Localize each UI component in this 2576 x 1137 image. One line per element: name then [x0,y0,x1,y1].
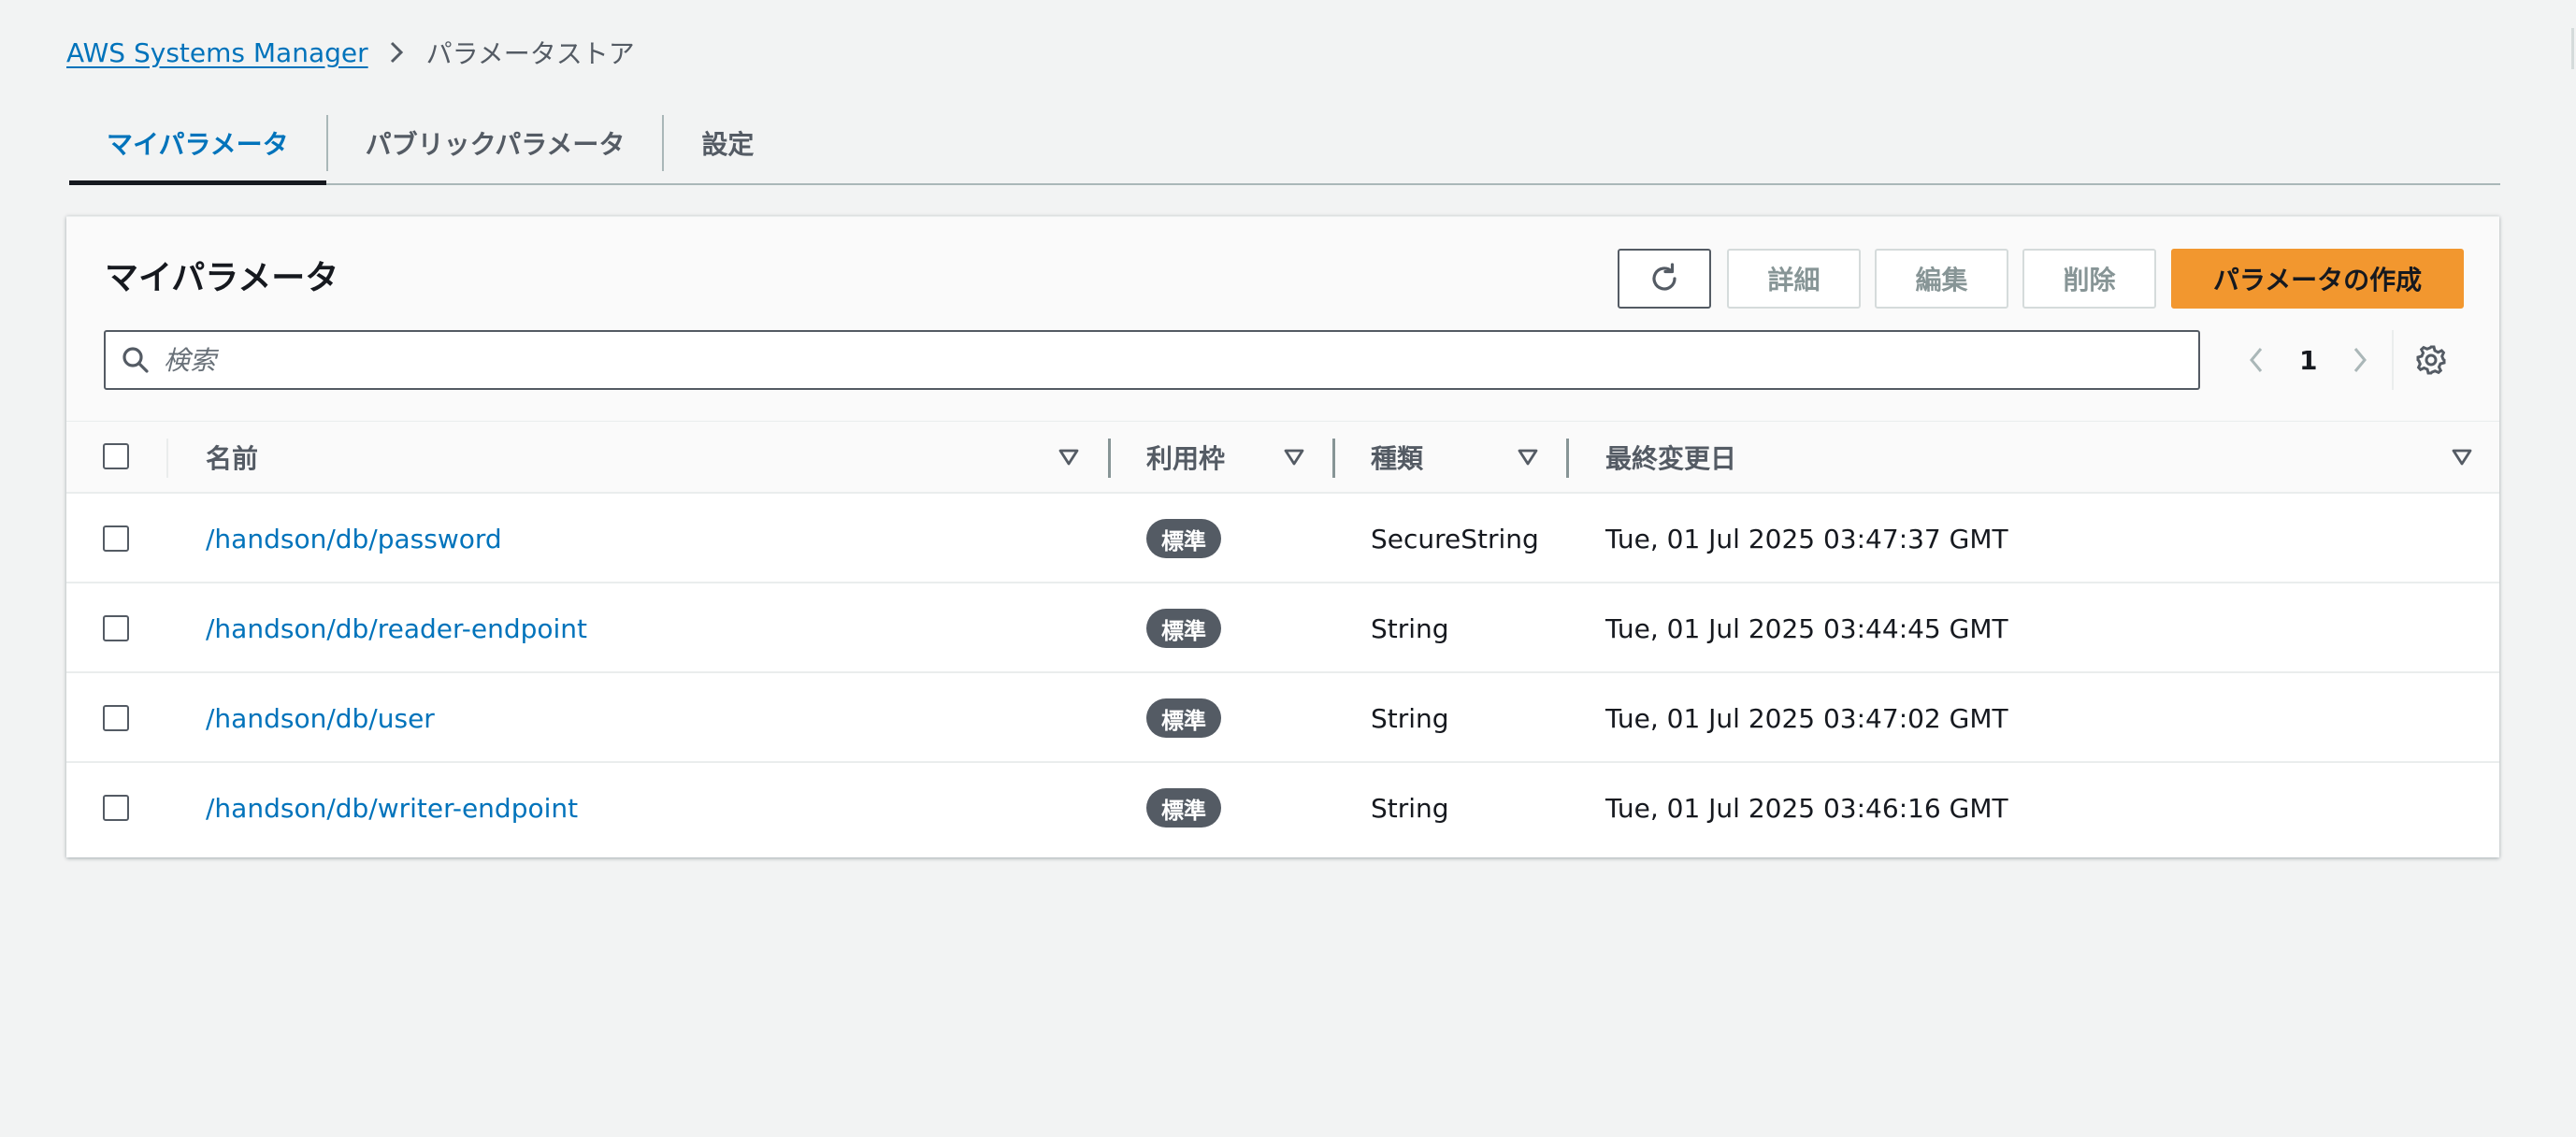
table-row: /handson/db/reader-endpoint 標準 String Tu… [66,583,2499,673]
table-header: 名前 利用枠 種類 最終変更日 [66,421,2499,494]
parameter-type: SecureString [1371,523,1539,554]
search-input[interactable] [164,344,2174,376]
tab-settings[interactable]: 設定 [664,103,791,183]
column-header-tier[interactable]: 利用枠 [1146,422,1225,493]
table-body: /handson/db/password 標準 SecureString Tue… [66,494,2499,858]
parameters-panel: マイパラメータ 詳細 編集 削除 パラメータの作成 検索 1 名前 利用枠 種類… [66,216,2499,857]
column-resizer[interactable] [1566,439,1569,478]
table-row: /handson/db/user 標準 String Tue, 01 Jul 2… [66,673,2499,763]
window-edge-divider [2571,28,2574,69]
parameter-type: String [1371,612,1449,644]
parameter-name-link[interactable]: /handson/db/writer-endpoint [206,763,578,853]
delete-button[interactable]: 削除 [2022,249,2156,309]
panel-header: マイパラメータ 詳細 編集 削除 パラメータの作成 検索 1 [66,217,2499,421]
last-modified: Tue, 01 Jul 2025 03:47:02 GMT [1605,702,2008,734]
parameter-type: String [1371,792,1449,824]
row-checkbox[interactable] [103,705,129,731]
pagination: 1 [2238,330,2448,390]
tier-badge: 標準 [1146,698,1221,738]
chevron-right-icon[interactable] [2341,341,2379,379]
parameter-name-link[interactable]: /handson/db/user [206,673,435,763]
tier-badge: 標準 [1146,609,1221,648]
select-all-checkbox[interactable] [103,443,129,469]
table-row: /handson/db/writer-endpoint 標準 String Tu… [66,763,2499,853]
column-divider [166,439,168,478]
gear-icon[interactable] [2414,343,2448,377]
parameter-type: String [1371,702,1449,734]
tab-my-parameters[interactable]: マイパラメータ [69,103,326,185]
last-modified: Tue, 01 Jul 2025 03:47:37 GMT [1605,523,2008,554]
column-resizer[interactable] [1332,439,1335,478]
parameter-name-link[interactable]: /handson/db/reader-endpoint [206,583,587,673]
tier-badge: 標準 [1146,519,1221,558]
row-checkbox[interactable] [103,525,129,552]
row-checkbox[interactable] [103,795,129,821]
last-modified: Tue, 01 Jul 2025 03:44:45 GMT [1605,612,2008,644]
last-modified: Tue, 01 Jul 2025 03:46:16 GMT [1605,792,2008,824]
panel-title: マイパラメータ [105,259,339,297]
tab-bar: マイパラメータ パブリックパラメータ 設定 [69,103,2500,185]
tier-badge: 標準 [1146,788,1221,828]
breadcrumb: AWS Systems Manager パラメータストア [66,34,635,71]
refresh-icon [1647,261,1682,296]
breadcrumb-link-systems-manager[interactable]: AWS Systems Manager [66,37,368,68]
pager-divider [2392,330,2395,390]
tab-public-parameters[interactable]: パブリックパラメータ [328,103,663,183]
column-resizer[interactable] [1108,439,1111,478]
table-row: /handson/db/password 標準 SecureString Tue… [66,494,2499,583]
parameter-name-link[interactable]: /handson/db/password [206,494,502,583]
create-parameter-button[interactable]: パラメータの作成 [2171,249,2464,309]
column-header-last-modified[interactable]: 最終変更日 [1605,422,1736,493]
chevron-left-icon[interactable] [2238,341,2275,379]
row-checkbox[interactable] [103,615,129,641]
search-icon [121,345,151,375]
column-header-name[interactable]: 名前 [206,422,258,493]
sort-down-icon[interactable] [1283,446,1305,468]
column-header-type[interactable]: 種類 [1371,422,1423,493]
sort-down-icon[interactable] [2451,446,2473,468]
chevron-right-icon [389,40,404,65]
search-field[interactable] [104,330,2200,390]
sort-down-icon[interactable] [1517,446,1539,468]
sort-down-icon[interactable] [1058,446,1080,468]
breadcrumb-current: パラメータストア [425,38,635,69]
refresh-button[interactable] [1618,249,1711,309]
page-number[interactable]: 1 [2299,345,2317,376]
edit-button[interactable]: 編集 [1875,249,2008,309]
details-button[interactable]: 詳細 [1727,249,1861,309]
